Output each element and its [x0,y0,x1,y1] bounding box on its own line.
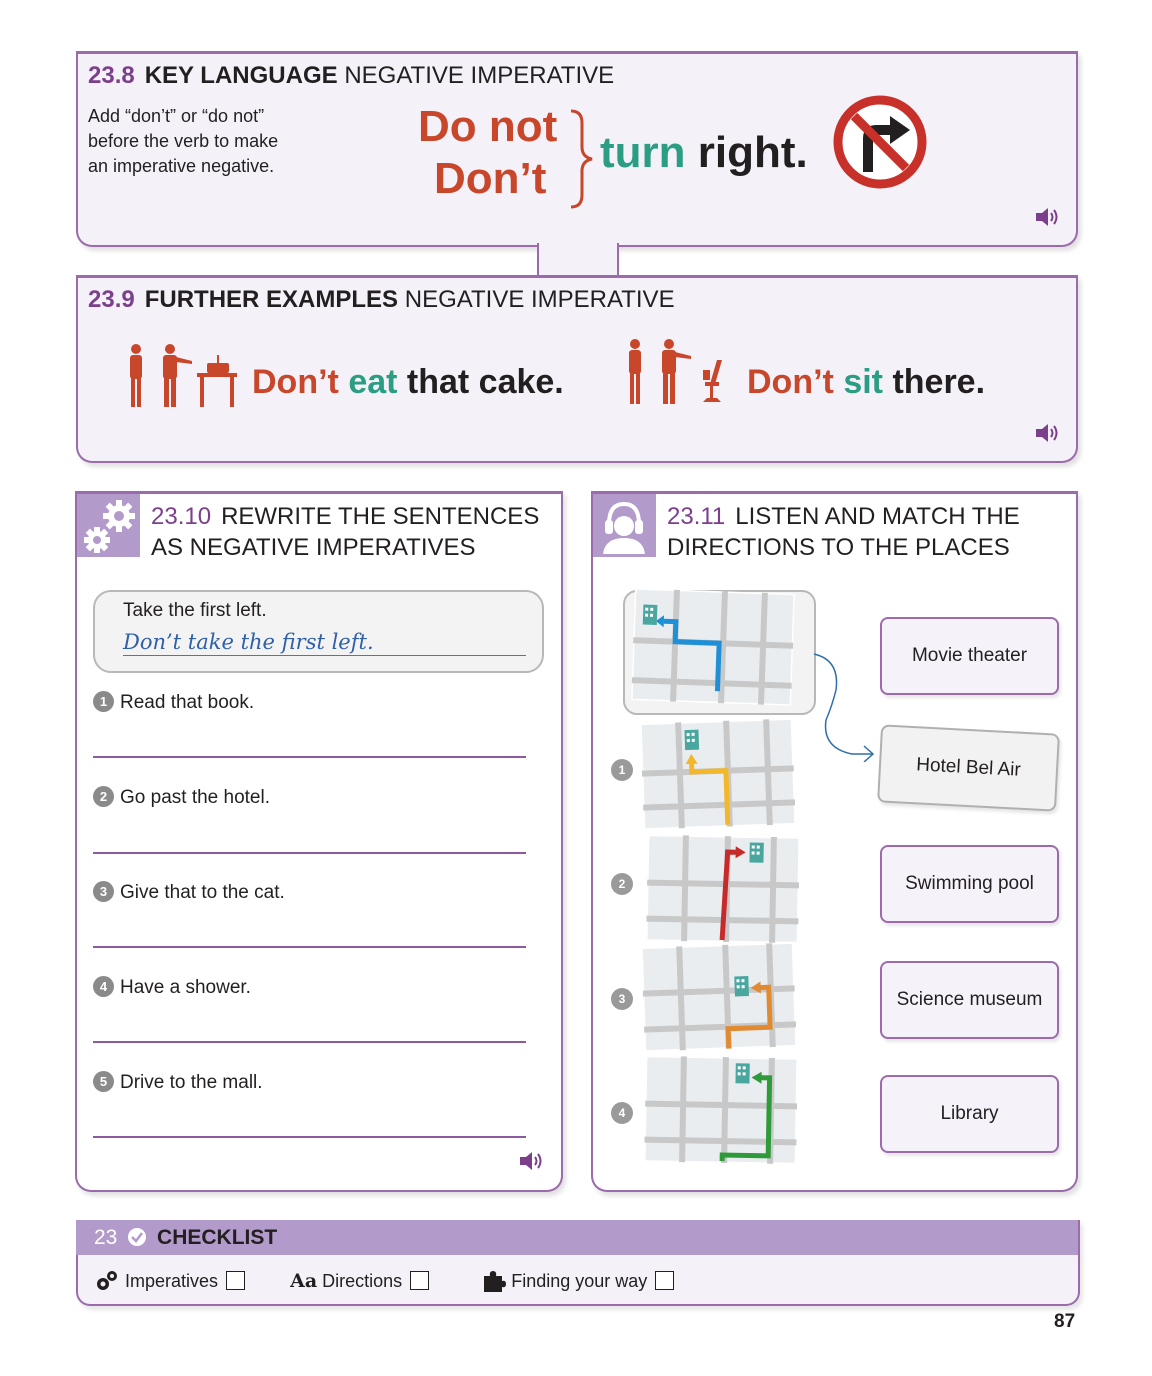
checkbox-finding-your-way[interactable] [655,1271,675,1290]
people-chair-icon [629,339,722,404]
exercise-type-tile [77,494,140,557]
example-answer-line [123,655,526,656]
section-number: 23.9 [88,286,135,313]
match-arrow [813,653,875,762]
panel-connector [537,243,619,278]
people-cake-icon [130,344,237,407]
headphones-icon [603,501,645,554]
map-number-2: 2 [611,873,633,895]
checkbox-imperatives[interactable] [226,1271,246,1290]
checklist-panel: 23 CHECKLIST Imperatives Aa Directions F… [76,1220,1080,1306]
audio-icon[interactable] [1034,206,1062,228]
place-science-museum[interactable]: Science museum [880,961,1059,1039]
question-3: 3 Give that to the cat. [93,881,285,904]
answer-line-1[interactable] [93,756,526,758]
checklist-item-directions: Aa Directions [290,1270,434,1292]
example-answer: Don’t take the first left. [123,630,374,654]
gears-icon [84,500,135,553]
checklist-number: 23 [94,1226,118,1249]
audio-icon[interactable] [518,1150,546,1172]
page-number: 87 [1054,1311,1076,1332]
neg-short: Don’t [434,154,547,203]
place-library[interactable]: Library [880,1075,1059,1153]
section-number: 23.11 [667,503,726,530]
exercise-type-tile [593,494,656,557]
answer-line-2[interactable] [93,852,526,854]
checklist-title: CHECKLIST [157,1226,278,1249]
further-examples-panel: 23.9 FURTHER EXAMPLES NEGATIVE IMPERATIVE… [76,275,1078,463]
checklist-header: 23 CHECKLIST [76,1220,1078,1255]
section-title: NEGATIVE IMPERATIVE [404,286,675,313]
question-1: 1 Read that book. [93,691,254,714]
puzzle-icon [484,1271,507,1292]
checklist-item-imperatives: Imperatives [94,1271,250,1291]
map-1 [640,718,796,830]
example-prompt: Take the first left. [123,600,267,621]
example-sentence: turn right. [600,128,808,178]
checkbox-directions[interactable] [410,1271,430,1290]
map-number-1: 1 [611,759,633,781]
answer-line-3[interactable] [93,946,526,948]
map-3 [641,942,797,1052]
map-example [631,588,795,706]
gears-icon [97,1271,117,1290]
example-sentence-2: Don’t sit there. [747,363,986,401]
map-4 [644,1055,798,1165]
section-heading: 23.10 REWRITE THE SENTENCES AS NEGATIVE I… [151,503,540,561]
key-language-panel: 23.8 KEY LANGUAGE NEGATIVE IMPERATIVE Add… [76,51,1078,247]
answer-line-4[interactable] [93,1041,526,1043]
checklist-item-finding-your-way: Finding your way [482,1271,675,1292]
section-heading: 23.9 FURTHER EXAMPLES NEGATIVE IMPERATIVE [88,286,675,314]
question-4: 4 Have a shower. [93,976,251,999]
worked-example-box: Take the first left. Don’t take the firs… [93,590,544,673]
checklist-items: Imperatives Aa Directions Finding your w… [94,1268,675,1292]
section-title-bold: FURTHER EXAMPLES [144,286,399,313]
map-2 [646,834,800,944]
section-heading: 23.8 KEY LANGUAGE NEGATIVE IMPERATIVE [88,62,614,90]
question-5: 5 Drive to the mall. [93,1071,263,1094]
section-title: NEGATIVE IMPERATIVE [344,62,615,89]
aa-icon: Aa [290,1270,318,1292]
verb-turn: turn [600,128,686,177]
place-movie-theater[interactable]: Movie theater [880,617,1059,695]
place-swimming-pool[interactable]: Swimming pool [880,845,1059,923]
neg-full: Do not [418,102,558,151]
map-number-4: 4 [611,1102,633,1124]
sentence-rest: right. [697,128,808,177]
section-number: 23.8 [88,62,135,89]
answer-line-5[interactable] [93,1136,526,1138]
instruction-text: Add “don’t” or “do not” before the verb … [88,106,279,176]
audio-icon[interactable] [1034,422,1062,444]
question-2: 2 Go past the hotel. [93,786,270,809]
check-circle-icon [128,1228,147,1246]
section-number: 23.10 [151,503,212,530]
map-number-3: 3 [611,988,633,1010]
no-right-turn-icon [833,95,927,189]
section-title-bold: KEY LANGUAGE [144,62,338,89]
example-sentence-1: Don’t eat that cake. [252,363,564,401]
curly-brace [570,109,593,209]
place-hotel-bel-air[interactable]: Hotel Bel Air [877,724,1060,812]
section-heading: 23.11 LISTEN AND MATCH THE DIRECTIONS TO … [667,503,1020,561]
